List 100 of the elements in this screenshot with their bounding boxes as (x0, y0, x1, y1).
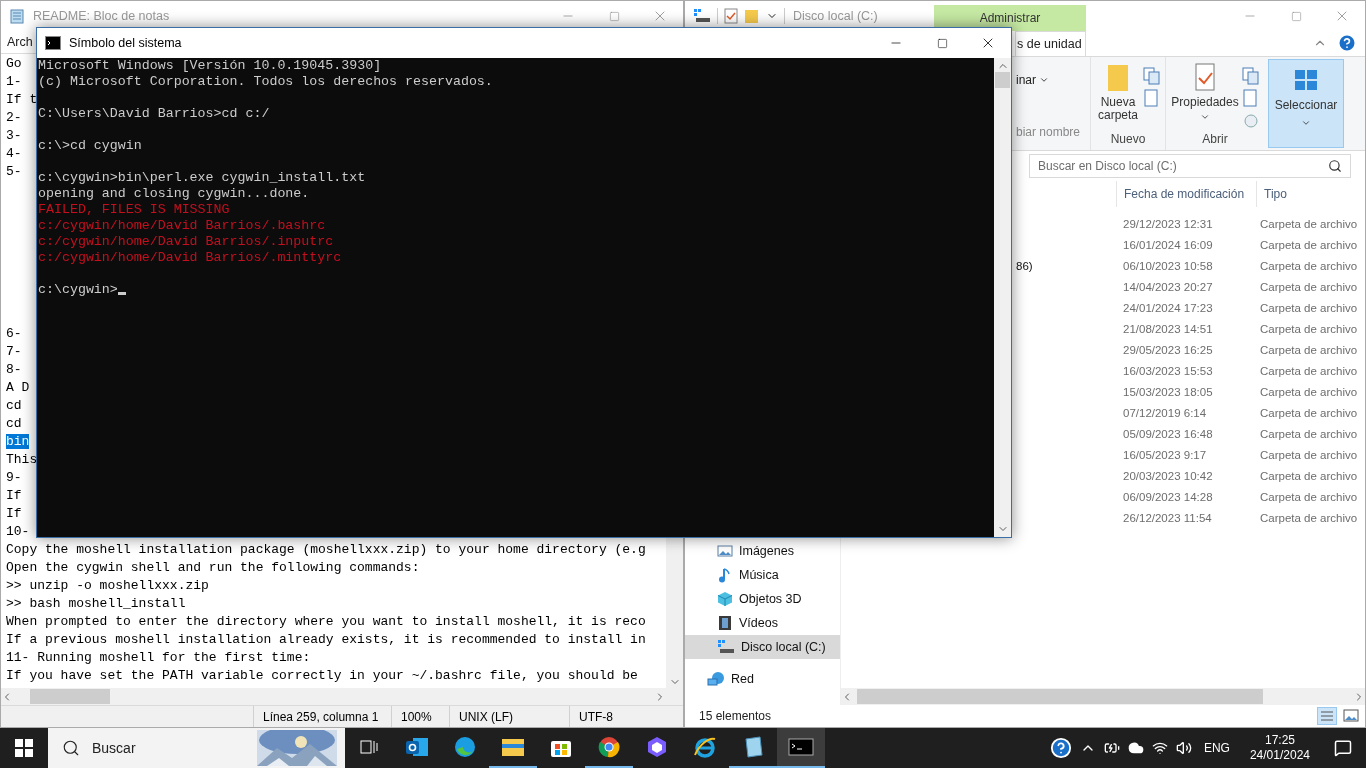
clock[interactable]: 17:25 24/01/2024 (1241, 733, 1318, 763)
ribbon-button[interactable]: Propiedades (1170, 63, 1240, 132)
search-icon (1328, 159, 1342, 173)
search-icon (62, 739, 80, 757)
history-icon[interactable] (1242, 111, 1260, 129)
type-cell-text: Carpeta de archivo (1260, 363, 1358, 379)
ribbon-button[interactable]: Nueva carpeta (1095, 63, 1141, 132)
terminal-icon[interactable] (788, 737, 814, 757)
date-cell-text: 21/08/2023 14:51 (1123, 321, 1213, 337)
nav-item[interactable]: Disco local (C:) (685, 635, 840, 659)
scroll-thumb[interactable] (30, 689, 110, 704)
properties-icon (1194, 63, 1216, 93)
text-line: >> bash moshell_install (6, 596, 186, 611)
menu-item[interactable]: Arch (7, 35, 33, 49)
item-count: 15 elementos (699, 709, 772, 723)
language-indicator[interactable]: ENG (1199, 741, 1234, 755)
folder-icon[interactable] (501, 736, 525, 758)
error-line: c:/cygwin/home/David Barrios/.inputrc (38, 234, 334, 249)
error-line: FAILED, FILES IS MISSING (38, 202, 230, 217)
music-note-icon (717, 567, 733, 583)
date-cell-text: 16/03/2023 15:53 (1123, 363, 1213, 379)
hexagon-app-icon[interactable] (645, 735, 669, 759)
text-line: >> unzip -o moshellxxx.zip (6, 578, 209, 593)
ribbon-button[interactable]: inar (1016, 73, 1049, 87)
volume-icon[interactable] (1175, 740, 1192, 756)
caret-icon (1039, 75, 1049, 85)
date-cell-text: 14/04/2023 20:27 (1123, 279, 1213, 295)
browser-icon[interactable] (597, 735, 621, 759)
cube-icon (717, 591, 733, 607)
details-view-icon[interactable] (1317, 707, 1337, 725)
scroll-thumb[interactable] (995, 72, 1010, 88)
error-line: c:/cygwin/home/David Barrios/.minttyrc (38, 250, 342, 265)
type-cell-text: Carpeta de archivo (1260, 279, 1358, 295)
type-cell-text: Carpeta de archivo (1260, 468, 1358, 484)
grid-icon (1293, 68, 1319, 92)
type-cell-text: Carpeta de archivo (1260, 216, 1358, 232)
network-icon (707, 671, 725, 687)
nav-item[interactable]: Imágenes (685, 539, 840, 563)
type-cell-text: Carpeta de archivo (1260, 426, 1358, 442)
column-header[interactable]: Fecha de modificación (1116, 181, 1256, 207)
window-title: Disco local (C:) (793, 9, 878, 23)
terminal-icon (45, 36, 61, 50)
browser-e-icon[interactable] (693, 735, 717, 759)
date-cell-text: 15/03/2023 18:05 (1123, 384, 1213, 400)
scroll-thumb[interactable] (857, 689, 1263, 704)
type-cell-text: Carpeta de archivo (1260, 258, 1358, 274)
thumbnail-view-icon[interactable] (1341, 707, 1361, 725)
text-line: 3- (6, 128, 22, 143)
wifi-icon[interactable] (1151, 740, 1168, 756)
text-line: 9- (6, 470, 22, 485)
properties-icon[interactable] (724, 8, 738, 24)
text-line: This (6, 452, 38, 467)
date-cell-text: 29/05/2023 16:25 (1123, 342, 1213, 358)
help-icon[interactable] (1049, 737, 1072, 759)
console-line: Microsoft Windows [Versión 10.0.19045.3930] (38, 58, 382, 73)
ribbon-tab[interactable]: s de unidad (1015, 31, 1086, 56)
folder-icon (1107, 63, 1129, 93)
battery-icon[interactable] (1103, 740, 1120, 756)
file-name[interactable]: 86) (1016, 255, 1033, 276)
copy-icon[interactable] (1143, 67, 1161, 85)
maximize-icon[interactable] (1290, 10, 1302, 22)
nav-item[interactable]: Objetos 3D (685, 587, 840, 611)
text-line: 10- (6, 524, 30, 539)
text-line: Go (6, 56, 22, 71)
nav-item[interactable]: Vídeos (685, 611, 840, 635)
status-text: 100% (391, 706, 449, 727)
mail-app-icon[interactable] (405, 736, 429, 758)
notification-icon[interactable] (1334, 739, 1352, 757)
date-cell-text: 06/09/2023 14:28 (1123, 489, 1213, 505)
date-cell-text: 05/09/2023 16:48 (1123, 426, 1213, 442)
date-cell-text: 16/05/2023 9:17 (1123, 447, 1207, 463)
cloud-icon[interactable] (1127, 740, 1144, 756)
select-button[interactable]: Seleccionar (1268, 59, 1344, 148)
maximize-icon[interactable] (608, 10, 620, 22)
type-cell-text: Carpeta de archivo (1260, 300, 1358, 316)
maximize-icon[interactable] (936, 37, 948, 49)
type-cell-text: Carpeta de archivo (1260, 510, 1358, 526)
task-view-icon[interactable] (359, 738, 379, 756)
drive-icon (693, 8, 711, 24)
text-line: Open the cygwin shell and run the following commands: (6, 560, 420, 575)
document-icon[interactable] (1242, 89, 1260, 107)
document-icon[interactable] (1143, 89, 1161, 107)
date-cell-text: 20/03/2023 10:42 (1123, 468, 1213, 484)
prompt: c:\cygwin> (38, 282, 118, 297)
windows-logo-icon[interactable] (15, 739, 33, 757)
context-tab[interactable]: Administrar (934, 5, 1086, 31)
caret-icon (1200, 112, 1210, 122)
nav-item[interactable]: Red (685, 667, 840, 691)
search-field[interactable]: Buscar en Disco local (C:) (1029, 154, 1351, 178)
date-cell-text: 26/12/2023 11:54 (1123, 510, 1212, 526)
column-header[interactable]: Tipo (1256, 181, 1365, 207)
text-line: A D (6, 380, 30, 395)
type-cell-text: Carpeta de archivo (1260, 342, 1358, 358)
nav-item[interactable]: Música (685, 563, 840, 587)
text-line: 1- (6, 74, 22, 89)
film-icon (717, 615, 733, 631)
taskbar-search[interactable]: Buscar (48, 728, 345, 768)
error-line: c:/cygwin/home/David Barrios/.bashrc (38, 218, 326, 233)
copy-icon[interactable] (1242, 67, 1260, 85)
browser-icon[interactable] (453, 735, 477, 759)
